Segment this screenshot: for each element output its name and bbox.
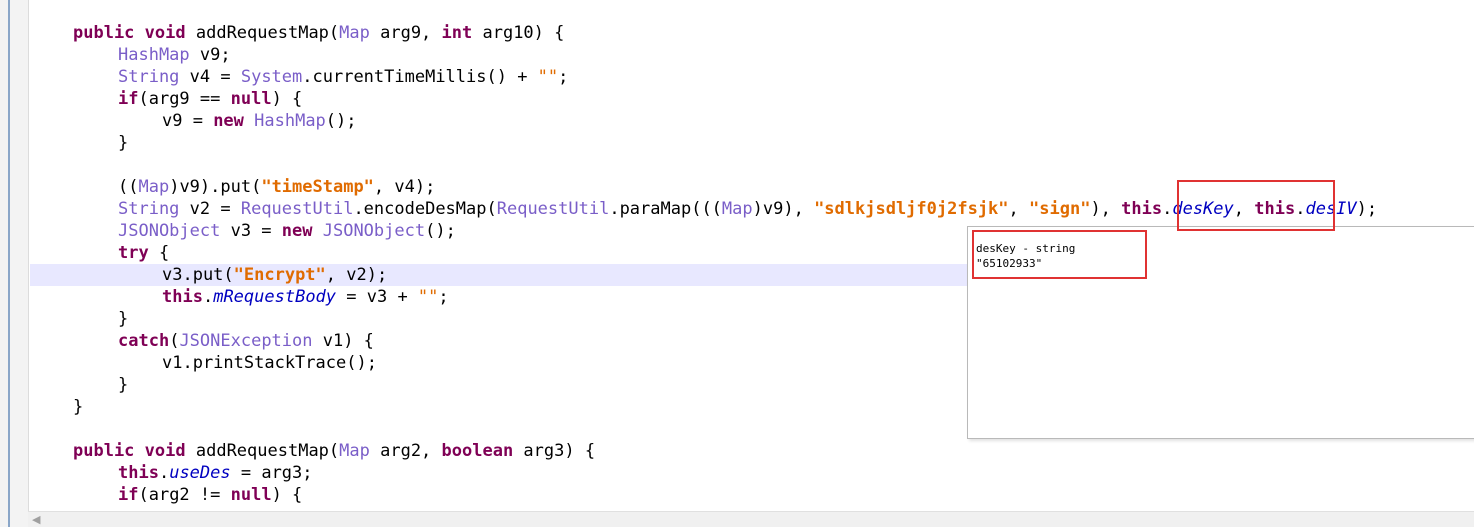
code-text: { — [148, 243, 170, 263]
code-text: ; — [438, 287, 449, 307]
code-text: , v4); — [373, 177, 436, 197]
code-text: (arg9 == — [138, 89, 231, 109]
brace: } — [118, 375, 129, 395]
code-text: )v9), — [752, 199, 815, 219]
code-line: if(arg9 == null) { — [30, 88, 1474, 110]
code-text: = arg3; — [230, 463, 313, 483]
keyword-if: if — [118, 89, 139, 109]
type-map: Map — [339, 441, 370, 461]
brace: } — [73, 397, 84, 417]
code-line: if(arg2 != null) { — [30, 484, 1474, 506]
keyword-new: new — [281, 221, 313, 241]
keyword-if: if — [118, 485, 139, 505]
annotation-box-deskey — [1177, 180, 1335, 231]
code-text: )v9).put( — [169, 177, 262, 197]
brace: } — [118, 309, 129, 329]
code-line: v9 = new HashMap(); — [30, 110, 1474, 132]
keyword-int: int — [441, 23, 473, 43]
code-line-method-signature: public void addRequestMap(Map arg9, int … — [30, 22, 1474, 44]
keyword-void: void — [144, 23, 186, 43]
code-text: v2 = — [179, 199, 241, 219]
param-text: arg3) { — [513, 441, 596, 461]
code-line: this.useDes = arg3; — [30, 462, 1474, 484]
code-text: .encodeDesMap( — [353, 199, 497, 219]
code-text: .paraMap((( — [609, 199, 722, 219]
type-jsonexception: JSONException — [179, 331, 313, 351]
code-text: (); — [425, 221, 456, 241]
code-text: v9; — [189, 45, 231, 65]
annotation-box-value — [972, 230, 1147, 279]
keyword-public: public — [73, 441, 135, 461]
code-text: , v2); — [325, 265, 388, 285]
code-text: v4 = — [179, 67, 241, 87]
string-literal: "timeStamp" — [261, 177, 374, 197]
code-text: , — [1008, 199, 1030, 219]
string-literal: "" — [417, 287, 439, 307]
type-map: Map — [721, 199, 753, 219]
code-text: ; — [558, 67, 569, 87]
type-hashmap: HashMap — [243, 111, 326, 131]
code-text: .currentTimeMillis() + — [302, 67, 538, 87]
type-hashmap: HashMap — [118, 45, 190, 65]
type-map: Map — [138, 177, 170, 197]
keyword-new: new — [213, 111, 244, 131]
code-text: (( — [118, 177, 139, 197]
field-usedes: useDes — [169, 463, 231, 483]
horizontal-scrollbar[interactable]: ◀ — [28, 511, 1474, 527]
code-line: String v4 = System.currentTimeMillis() +… — [30, 66, 1474, 88]
keyword-this: this — [1121, 199, 1163, 219]
type-jsonobject: JSONObject — [312, 221, 426, 241]
code-text: v3 = — [220, 221, 282, 241]
string-literal: "" — [537, 67, 559, 87]
method-name: addRequestMap( — [185, 23, 340, 43]
code-text: ) { — [271, 89, 303, 109]
keyword-void: void — [144, 441, 186, 461]
code-text: . — [202, 287, 214, 307]
type-map: Map — [339, 23, 370, 43]
code-text: v1.printStackTrace(); — [162, 353, 377, 373]
code-text: . — [158, 463, 170, 483]
string-literal: "sdlkjsdljf0j2fsjk" — [814, 199, 1009, 219]
gutter-marker-bar — [8, 0, 10, 527]
code-text: ); — [1356, 199, 1378, 219]
keyword-this: this — [118, 463, 159, 483]
code-line: } — [30, 132, 1474, 154]
param-text: arg9, — [369, 23, 442, 43]
param-text: arg2, — [369, 441, 442, 461]
keyword-null: null — [230, 485, 272, 505]
code-text: v3.put( — [162, 265, 234, 285]
code-text: (); — [325, 111, 357, 131]
keyword-public: public — [73, 23, 135, 43]
type-string: String — [118, 199, 180, 219]
code-text: ( — [169, 331, 180, 351]
method-name: addRequestMap( — [185, 441, 340, 461]
type-system: System — [240, 67, 303, 87]
code-text: ), — [1090, 199, 1122, 219]
scroll-left-arrow-icon[interactable]: ◀ — [32, 513, 40, 526]
code-text: = v3 + — [336, 287, 418, 307]
code-text: ) { — [271, 485, 303, 505]
keyword-null: null — [230, 89, 272, 109]
type-string: String — [118, 67, 180, 87]
brace: } — [118, 133, 129, 153]
keyword-boolean: boolean — [441, 441, 514, 461]
keyword-catch: catch — [118, 331, 170, 351]
code-text: v1) { — [312, 331, 374, 351]
code-line: HashMap v9; — [30, 44, 1474, 66]
type-requestutil: RequestUtil — [240, 199, 354, 219]
string-literal: "Encrypt" — [233, 265, 326, 285]
code-text: . — [1162, 199, 1173, 219]
code-text: v9 = — [162, 111, 214, 131]
keyword-this: this — [162, 287, 203, 307]
editor-gutter — [0, 0, 29, 527]
field-mrequestbody: mRequestBody — [213, 287, 337, 307]
keyword-try: try — [118, 243, 149, 263]
code-line-method-signature: public void addRequestMap(Map arg2, bool… — [30, 440, 1474, 462]
type-jsonobject: JSONObject — [118, 221, 221, 241]
code-text: (arg2 != — [138, 485, 231, 505]
type-requestutil: RequestUtil — [496, 199, 610, 219]
param-text: arg10) { — [472, 23, 565, 43]
string-literal: "sign" — [1029, 199, 1091, 219]
